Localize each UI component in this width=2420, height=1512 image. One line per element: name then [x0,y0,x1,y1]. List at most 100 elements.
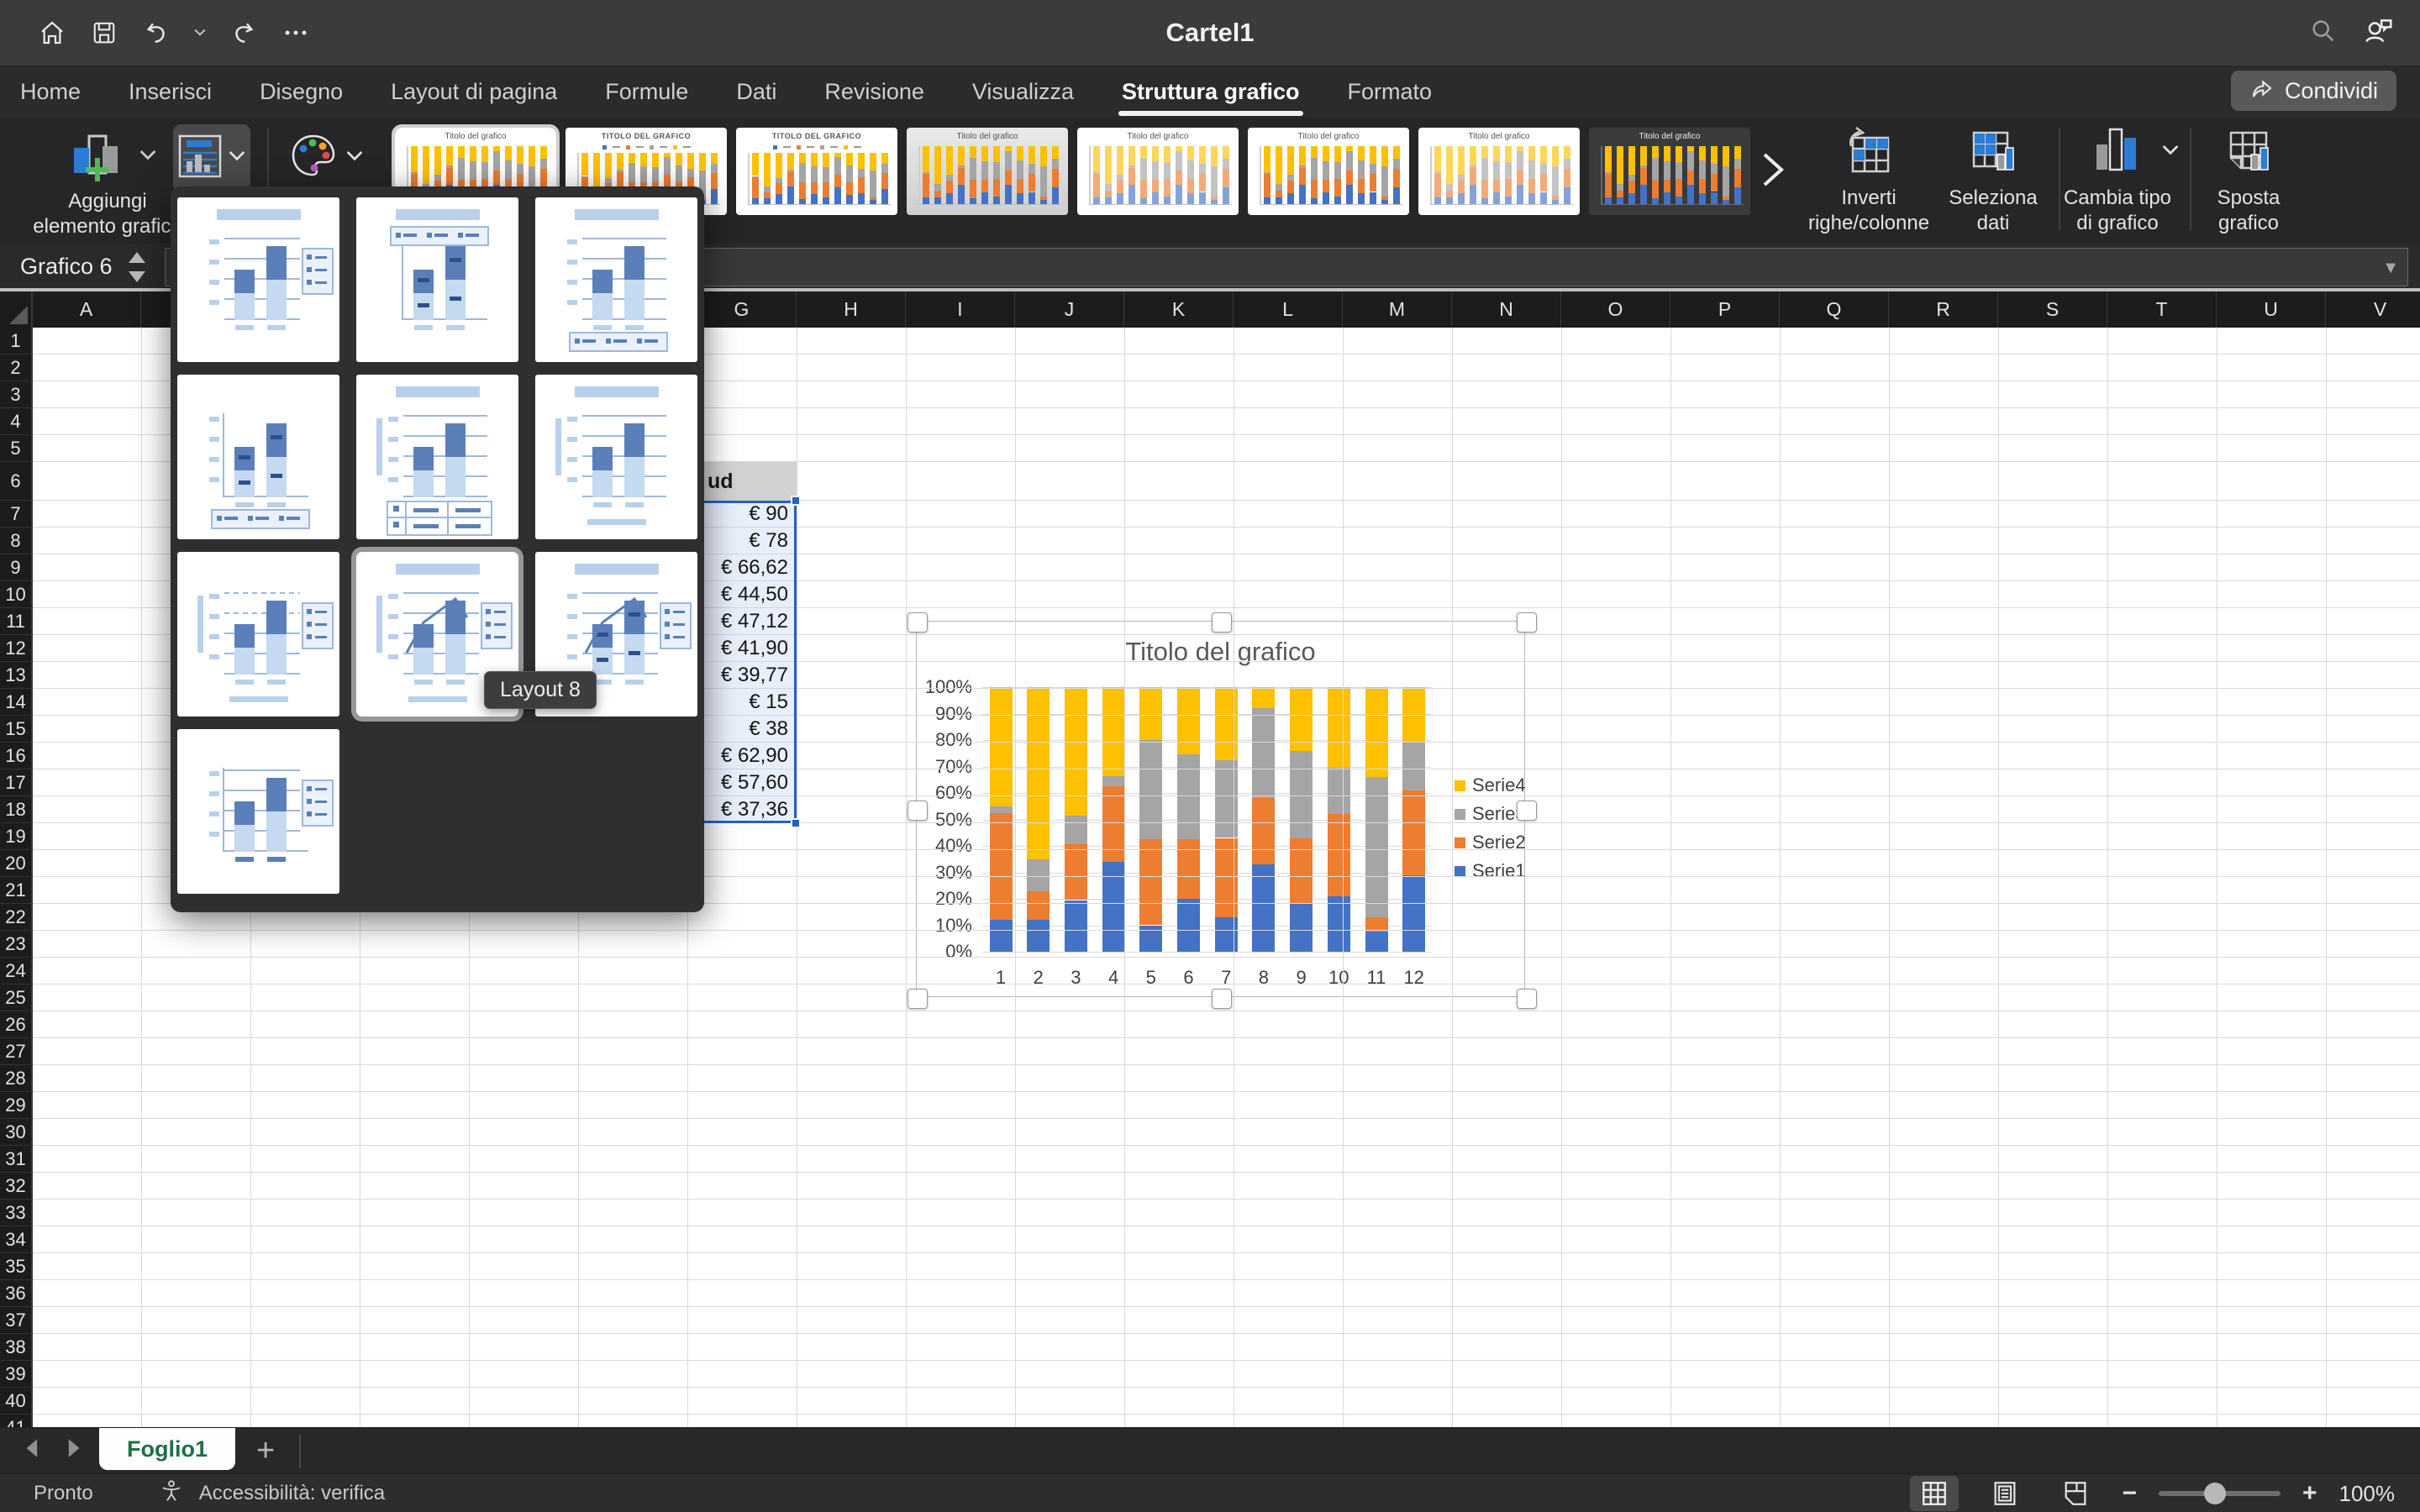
zoom-out-button[interactable]: − [2122,1479,2137,1508]
normal-view-button[interactable] [1910,1476,1959,1511]
row-header-26[interactable]: 26 [0,1011,32,1038]
tab-formule[interactable]: Formule [603,74,690,110]
row-header-16[interactable]: 16 [0,743,32,769]
save-icon[interactable] [89,18,119,48]
chart-style-6[interactable]: Titolo del grafico [1248,128,1409,215]
row-header-36[interactable]: 36 [0,1280,32,1307]
tab-dati[interactable]: Dati [734,74,778,110]
chart-selection-handle[interactable] [1517,989,1537,1009]
row-header-2[interactable]: 2 [0,354,32,381]
sheet-tab-foglio1[interactable]: Foglio1 [99,1428,235,1470]
chart-selection-handle[interactable] [1212,612,1232,633]
row-header-38[interactable]: 38 [0,1334,32,1361]
row-header-15[interactable]: 15 [0,716,32,743]
page-layout-view-button[interactable] [1981,1476,2029,1511]
share-button[interactable]: Condividi [2231,71,2396,111]
people-icon[interactable] [2363,15,2395,51]
tab-home[interactable]: Home [18,74,82,110]
row-header-33[interactable]: 33 [0,1200,32,1226]
row-header-14[interactable]: 14 [0,689,32,716]
row-header-11[interactable]: 11 [0,608,32,635]
row-header-9[interactable]: 9 [0,554,32,581]
column-header-P[interactable]: P [1670,291,1780,328]
row-header-5[interactable]: 5 [0,435,32,462]
range-handle-top[interactable] [791,496,801,506]
layout-option-3[interactable] [535,197,697,362]
row-header-6[interactable]: 6 [0,462,32,501]
tab-revisione[interactable]: Revisione [823,74,926,110]
tab-formato[interactable]: Formato [1346,74,1434,110]
gallery-more-icon[interactable] [1761,151,1785,192]
row-header-37[interactable]: 37 [0,1307,32,1334]
column-header-H[interactable]: H [797,291,906,328]
column-header-V[interactable]: V [2326,291,2420,328]
tab-visualizza[interactable]: Visualizza [971,74,1076,110]
row-header-23[interactable]: 23 [0,931,32,958]
row-header-34[interactable]: 34 [0,1226,32,1253]
zoom-slider[interactable] [2159,1491,2281,1496]
redo-icon[interactable] [229,18,259,48]
row-header-28[interactable]: 28 [0,1065,32,1092]
chart-selection-handle[interactable] [1517,612,1537,633]
tab-layout-di-pagina[interactable]: Layout di pagina [389,74,559,110]
row-header-39[interactable]: 39 [0,1361,32,1388]
row-header-3[interactable]: 3 [0,381,32,408]
search-icon[interactable] [2309,17,2338,50]
chart-selection-handle[interactable] [908,801,928,821]
layout-option-5[interactable] [356,375,518,539]
tab-disegno[interactable]: Disegno [258,74,345,110]
row-header-35[interactable]: 35 [0,1253,32,1280]
row-header-1[interactable]: 1 [0,328,32,354]
row-header-17[interactable]: 17 [0,769,32,796]
column-header-K[interactable]: K [1124,291,1234,328]
cambia-tipo-di-grafico-button[interactable]: Cambia tipodi grafico [2046,118,2189,244]
column-header-A[interactable]: A [32,291,141,328]
home-icon[interactable] [37,18,67,48]
row-header-7[interactable]: 7 [0,501,32,528]
row-header-12[interactable]: 12 [0,635,32,662]
more-icon[interactable] [281,18,311,48]
chart-selection-handle[interactable] [1212,989,1232,1009]
column-header-T[interactable]: T [2107,291,2217,328]
chart[interactable]: Titolo del grafico100%90%80%70%60%50%40%… [916,621,1525,997]
formula-bar-expand-icon[interactable]: ▼ [2382,259,2399,278]
row-header-29[interactable]: 29 [0,1092,32,1119]
row-header-21[interactable]: 21 [0,877,32,904]
chart-selection-handle[interactable] [1517,801,1537,821]
chart-style-7[interactable]: Titolo del grafico [1418,128,1580,215]
row-header-8[interactable]: 8 [0,528,32,554]
column-header-Q[interactable]: Q [1780,291,1889,328]
column-header-O[interactable]: O [1561,291,1670,328]
chart-selection-handle[interactable] [908,989,928,1009]
row-header-31[interactable]: 31 [0,1146,32,1173]
row-header-10[interactable]: 10 [0,581,32,608]
seleziona-dati-button[interactable]: Selezionadati [1922,118,2065,244]
row-header-24[interactable]: 24 [0,958,32,984]
column-header-S[interactable]: S [1998,291,2107,328]
inverti-righe-colonne-button[interactable]: Invertirighe/colonne [1797,118,1940,244]
row-header-13[interactable]: 13 [0,662,32,689]
select-all-corner[interactable] [0,291,32,328]
row-header-25[interactable]: 25 [0,984,32,1011]
range-handle-bottom[interactable] [791,818,801,828]
chart-selection-handle[interactable] [908,612,928,633]
chart-style-5[interactable]: Titolo del grafico [1077,128,1239,215]
chart-legend-serie1[interactable]: Serie1 [1455,860,1526,882]
tab-struttura-grafico[interactable]: Struttura grafico [1120,74,1302,110]
column-header-J[interactable]: J [1015,291,1124,328]
column-header-M[interactable]: M [1343,291,1452,328]
layout-option-2[interactable] [356,197,518,362]
row-header-20[interactable]: 20 [0,850,32,877]
next-sheet-icon[interactable] [67,1437,82,1465]
zoom-slider-thumb[interactable] [2204,1483,2226,1504]
row-header-27[interactable]: 27 [0,1038,32,1065]
layout-option-10[interactable] [177,729,339,894]
row-header-22[interactable]: 22 [0,904,32,931]
layout-option-7[interactable] [177,552,339,717]
row-header-4[interactable]: 4 [0,408,32,435]
layout-option-4[interactable] [177,375,339,539]
column-header-U[interactable]: U [2217,291,2326,328]
chart-style-8[interactable]: Titolo del grafico [1589,128,1750,215]
row-header-30[interactable]: 30 [0,1119,32,1146]
prev-sheet-icon[interactable] [24,1437,39,1465]
